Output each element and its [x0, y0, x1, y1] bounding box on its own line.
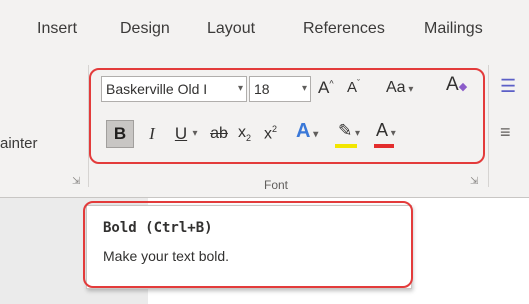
group-separator [488, 65, 489, 187]
tab-layout[interactable]: Layout [207, 20, 255, 38]
tooltip-callout-outline [83, 201, 413, 288]
clipboard-dialog-launcher-icon[interactable]: ⇲ [72, 176, 80, 187]
align-left-icon[interactable]: ≡ [500, 122, 511, 143]
tab-references[interactable]: References [303, 20, 385, 38]
ribbon-tab-bar: Insert Design Layout References Mailings [0, 0, 529, 52]
font-group-callout-outline [89, 68, 485, 164]
font-group-label: Font [264, 178, 289, 192]
tab-design[interactable]: Design [120, 20, 170, 38]
tab-mailings[interactable]: Mailings [424, 20, 483, 38]
bullets-icon[interactable]: ☰ [500, 76, 516, 97]
font-dialog-launcher-icon[interactable]: ⇲ [470, 176, 478, 187]
format-painter-label[interactable]: ainter [0, 135, 38, 152]
tab-insert[interactable]: Insert [37, 20, 77, 38]
